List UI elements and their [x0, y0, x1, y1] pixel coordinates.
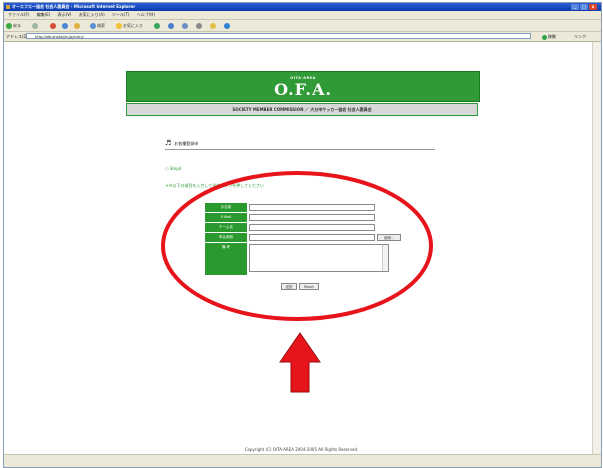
note-icon: ♬: [165, 139, 172, 147]
team-input[interactable]: [249, 224, 375, 231]
menu-view[interactable]: 表示(V): [58, 12, 72, 17]
links-button[interactable]: リンク: [574, 32, 586, 41]
menu-favorites[interactable]: お気に入り(A): [79, 12, 105, 17]
name-label: お名前: [205, 203, 247, 212]
section-heading: ♬ お各種登録申: [165, 139, 435, 150]
name-input[interactable]: [249, 204, 375, 211]
remarks-textarea[interactable]: [249, 244, 389, 272]
site-banner[interactable]: OITA-AREA O.F.A.: [126, 71, 480, 102]
toolbar: 戻る 検索 お気に入り: [4, 20, 601, 32]
media-icon: [154, 23, 160, 29]
submit-button[interactable]: 送信: [281, 283, 297, 290]
home-button[interactable]: [74, 22, 81, 29]
maximize-button[interactable]: □: [580, 4, 588, 10]
favorites-button[interactable]: お気に入り: [116, 22, 143, 29]
media-button[interactable]: [154, 22, 161, 29]
search-icon: [90, 23, 96, 29]
remarks-label: 備 考: [205, 243, 247, 275]
step-indicator: ○ Step4: [165, 166, 182, 171]
menu-help[interactable]: ヘルプ(H): [137, 12, 155, 17]
menu-tools[interactable]: ツール(T): [112, 12, 130, 17]
address-label: アドレス(D): [6, 34, 29, 39]
email-label: E-Mail: [205, 213, 247, 222]
mail-button[interactable]: [182, 22, 189, 29]
refresh-button[interactable]: [62, 22, 69, 29]
address-input[interactable]: http://ofa-shakaijin.jp/entry/: [26, 33, 531, 39]
edit-button[interactable]: [210, 22, 217, 29]
go-button[interactable]: 移動: [542, 33, 556, 40]
section-title: お各種登録申: [174, 141, 199, 146]
messenger-button[interactable]: [224, 22, 231, 29]
site-subtitle: SOCIETY MEMBER COMMISSION ／ 大分市サッカー協会 社会…: [126, 103, 478, 116]
vertical-scrollbar[interactable]: [592, 42, 601, 454]
menu-bar: ファイル(F) 編集(E) 表示(V) お気に入り(A) ツール(T) ヘルプ(…: [4, 11, 601, 20]
browse-button[interactable]: 参照...: [377, 234, 401, 241]
star-icon: [116, 23, 122, 29]
history-icon: [168, 23, 174, 29]
site-logo: O.F.A.: [274, 80, 332, 99]
team-label: チーム名: [205, 223, 247, 232]
messenger-icon: [224, 23, 230, 29]
close-button[interactable]: x: [589, 4, 597, 10]
status-bar: [4, 454, 601, 467]
title-bar: オーエフエー協会 社会人委員会 - Microsoft Internet Exp…: [4, 3, 601, 11]
print-icon: [196, 23, 202, 29]
ie-icon: [6, 5, 10, 9]
menu-edit[interactable]: 編集(E): [37, 12, 51, 17]
home-icon: [74, 23, 80, 29]
window-title: オーエフエー協会 社会人委員会 - Microsoft Internet Exp…: [12, 4, 136, 9]
address-bar: アドレス(D) http://ofa-shakaijin.jp/entry/ 移…: [4, 32, 601, 42]
search-button[interactable]: 検索: [90, 22, 105, 29]
reset-button[interactable]: Reset: [299, 283, 319, 290]
stop-button[interactable]: [50, 22, 57, 29]
minimize-button[interactable]: _: [571, 4, 579, 10]
file-input[interactable]: [249, 234, 375, 241]
stop-icon: [50, 23, 56, 29]
textarea-scrollbar[interactable]: [382, 245, 388, 271]
refresh-icon: [62, 23, 68, 29]
back-button[interactable]: 戻る: [6, 22, 21, 29]
print-button[interactable]: [196, 22, 203, 29]
instruction-text: ＊※以下の項目を入力して送信ボタンを押してください: [165, 183, 264, 188]
go-arrow-icon: [542, 34, 547, 40]
copyright-text: Copyright (C) OITA-AREA 2004-2005 All Ri…: [244, 447, 359, 452]
forward-arrow-icon: [32, 23, 38, 29]
back-arrow-icon: [6, 23, 12, 29]
history-button[interactable]: [168, 22, 175, 29]
menu-file[interactable]: ファイル(F): [8, 12, 29, 17]
mail-icon: [182, 23, 188, 29]
forward-button[interactable]: [32, 22, 39, 29]
folder-icon: [210, 23, 216, 29]
file-label: 申込用紙: [205, 233, 247, 242]
email-input[interactable]: [249, 214, 375, 221]
